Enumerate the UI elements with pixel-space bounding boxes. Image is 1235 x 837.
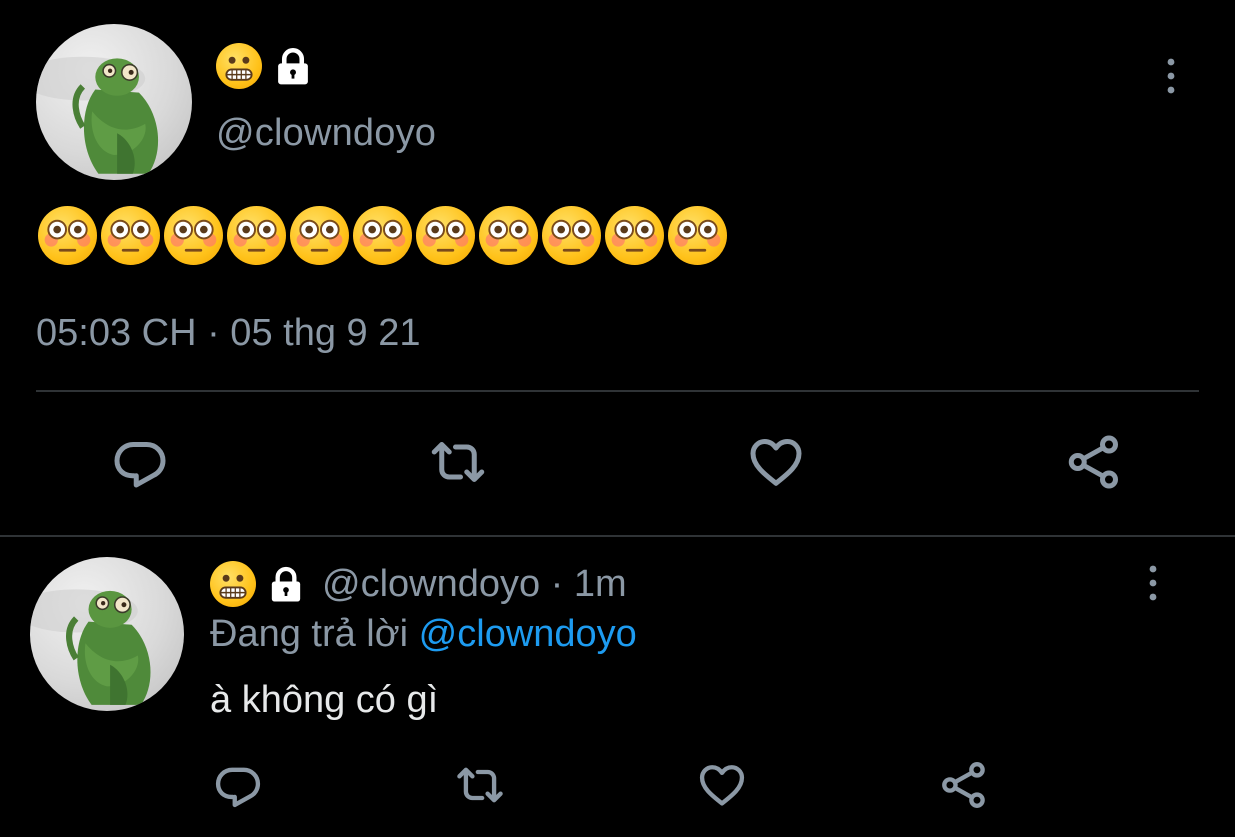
flushed-face-emoji-icon xyxy=(542,206,601,265)
tweet-content xyxy=(38,206,727,265)
flushed-face-emoji-icon xyxy=(101,206,160,265)
share-icon xyxy=(1064,432,1124,492)
tweet-thread-screen: @clowndoyo 05:03 CH · 05 thg 9 21 @clown… xyxy=(0,0,1235,837)
flushed-face-emoji-icon xyxy=(479,206,538,265)
like-button[interactable] xyxy=(746,432,806,492)
like-icon xyxy=(746,432,806,492)
avatar[interactable] xyxy=(36,24,192,180)
lock-icon xyxy=(266,564,306,604)
reply-button[interactable] xyxy=(212,759,264,811)
display-name[interactable] xyxy=(216,43,314,89)
like-icon xyxy=(696,759,748,811)
flushed-face-emoji-icon xyxy=(290,206,349,265)
grimacing-face-emoji-icon xyxy=(216,43,262,89)
reply-icon xyxy=(212,759,264,811)
mention-link[interactable]: @clowndoyo xyxy=(419,613,637,655)
reply-header: @clowndoyo · 1m xyxy=(210,561,627,607)
reply-text: à không có gì xyxy=(210,679,439,721)
flushed-face-emoji-icon xyxy=(353,206,412,265)
reply-button[interactable] xyxy=(110,432,170,492)
flushed-face-emoji-icon xyxy=(416,206,475,265)
avatar[interactable] xyxy=(30,557,184,711)
retweet-icon xyxy=(428,432,488,492)
grimacing-face-emoji-icon xyxy=(210,561,256,607)
share-button[interactable] xyxy=(1064,432,1124,492)
replying-to-label: Đang trả lời xyxy=(210,613,419,655)
retweet-button[interactable] xyxy=(454,759,506,811)
flushed-face-emoji-icon xyxy=(668,206,727,265)
share-icon xyxy=(938,759,990,811)
tweet-timestamp[interactable]: 05:03 CH · 05 thg 9 21 xyxy=(36,312,420,355)
divider xyxy=(36,390,1199,392)
like-button[interactable] xyxy=(696,759,748,811)
share-button[interactable] xyxy=(938,759,990,811)
more-options-icon[interactable] xyxy=(1142,563,1164,603)
retweet-button[interactable] xyxy=(428,432,488,492)
user-handle[interactable]: @clowndoyo xyxy=(216,112,436,155)
more-options-icon[interactable] xyxy=(1160,56,1182,96)
lock-icon xyxy=(272,45,314,87)
replying-to-line: Đang trả lời @clowndoyo xyxy=(210,613,637,656)
retweet-icon xyxy=(454,759,506,811)
flushed-face-emoji-icon xyxy=(227,206,286,265)
user-handle-and-time[interactable]: @clowndoyo · 1m xyxy=(322,563,627,606)
reply-tweet[interactable]: @clowndoyo · 1m Đang trả lời @clowndoyo … xyxy=(0,537,1235,837)
flushed-face-emoji-icon xyxy=(38,206,97,265)
main-tweet: @clowndoyo 05:03 CH · 05 thg 9 21 xyxy=(0,0,1235,537)
flushed-face-emoji-icon xyxy=(605,206,664,265)
flushed-face-emoji-icon xyxy=(164,206,223,265)
reply-icon xyxy=(110,432,170,492)
